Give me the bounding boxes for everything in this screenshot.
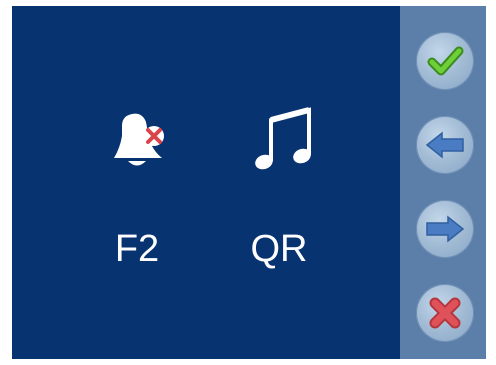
side-button-panel bbox=[400, 6, 486, 359]
bell-muted-icon[interactable] bbox=[92, 106, 182, 176]
cancel-button[interactable] bbox=[416, 284, 474, 342]
arrow-right-icon bbox=[426, 215, 465, 243]
music-note-icon[interactable] bbox=[234, 106, 324, 176]
confirm-button[interactable] bbox=[416, 32, 474, 90]
option-label-f2[interactable]: F2 bbox=[82, 228, 192, 271]
option-label-qr[interactable]: QR bbox=[224, 228, 334, 271]
close-icon bbox=[429, 297, 461, 329]
next-button[interactable] bbox=[416, 200, 474, 258]
previous-button[interactable] bbox=[416, 116, 474, 174]
arrow-left-icon bbox=[425, 131, 464, 159]
checkmark-icon bbox=[427, 46, 464, 76]
device-screen: F2 QR bbox=[12, 6, 486, 359]
main-panel: F2 QR bbox=[12, 6, 400, 359]
